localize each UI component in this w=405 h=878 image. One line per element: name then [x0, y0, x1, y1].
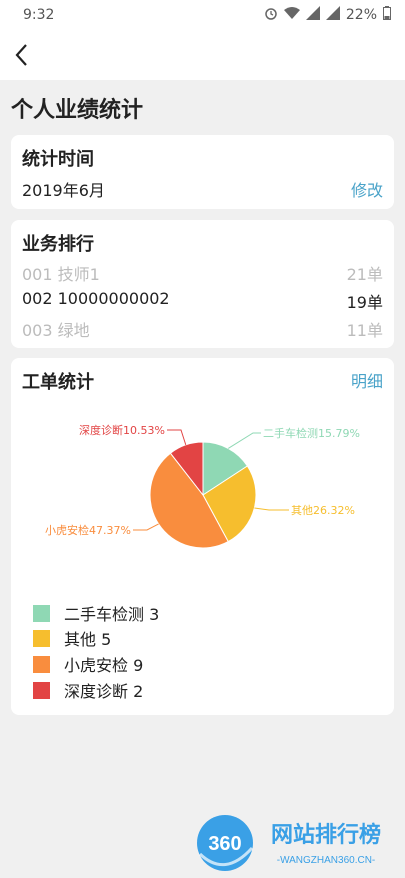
legend-swatch: [33, 655, 50, 673]
pie-chart: 二手车检测15.79% 其他26.32% 小虎安检47.37% 深度诊断10.53%: [45, 423, 360, 549]
legend-item: 二手车检测 3: [33, 602, 159, 624]
stat-time-title: 统计时间: [22, 149, 94, 170]
legend-label: 其他 5: [64, 630, 112, 649]
pie-slice-label: 深度诊断10.53%: [79, 423, 165, 437]
watermark-text: 网站排行榜: [271, 822, 381, 848]
legend-label: 二手车检测 3: [64, 605, 160, 624]
legend-swatch: [33, 629, 50, 647]
pie-slice-label: 其他26.32%: [291, 504, 355, 517]
pie-label-line: [227, 432, 261, 449]
pie-slice-label: 小虎安检47.37%: [45, 523, 131, 537]
nav-bar: [0, 32, 405, 80]
page-title: 个人业绩统计: [11, 98, 144, 123]
modify-button[interactable]: 修改: [351, 177, 383, 201]
legend-item: 小虎安检 9: [33, 653, 143, 675]
pie-slice-label: 二手车检测15.79%: [263, 426, 360, 440]
stat-time-card: 统计时间 2019年6月 修改: [11, 135, 394, 209]
rank-row[interactable]: 003 绿地 11单: [22, 317, 383, 341]
rank-name: 003 绿地: [22, 321, 90, 340]
rank-name: 002 10000000002: [22, 289, 170, 308]
rank-count: 21单: [346, 265, 383, 284]
watermark-sub: -WANGZHAN360.CN-: [277, 855, 376, 866]
status-bar: 9:32 22%: [0, 0, 405, 32]
legend-swatch: [33, 604, 50, 622]
watermark-number: 360: [208, 833, 241, 855]
legend-label: 深度诊断 2: [64, 682, 144, 701]
signal-icon-2: [325, 6, 340, 24]
status-icons: 22%: [264, 6, 391, 24]
battery-icon: [383, 6, 391, 24]
legend-item: 其他 5: [33, 627, 111, 649]
work-orders-card: 工单统计 明细 二手车检测15.79% 其他26.32% 小虎安检47.37% 深度诊…: [11, 358, 394, 715]
pie-label-line: [254, 507, 289, 511]
rank-name: 001 技师1: [22, 265, 100, 284]
legend-label: 小虎安检 9: [64, 656, 144, 675]
wifi-icon: [283, 6, 300, 24]
watermark-logo: 360 网站排行榜 -WANGZHAN360.CN-: [197, 815, 381, 871]
business-rank-title: 业务排行: [22, 234, 94, 255]
pie-label-line: [133, 523, 159, 531]
rank-count: 11单: [346, 321, 383, 340]
rank-count: 19单: [346, 293, 383, 312]
legend-item: 深度诊断 2: [33, 679, 143, 701]
pie-label-line: [167, 429, 187, 446]
back-arrow-icon[interactable]: [10, 42, 36, 68]
battery-percent: 22%: [345, 7, 377, 23]
rank-row[interactable]: 002 10000000002 19单: [22, 289, 383, 313]
alarm-icon: [264, 6, 278, 24]
rank-row[interactable]: 001 技师1 21单: [22, 261, 383, 285]
legend-swatch: [33, 681, 50, 699]
business-rank-card: 业务排行 001 技师1 21单 002 10000000002 19单 003…: [11, 220, 394, 348]
status-time: 9:32: [23, 7, 55, 23]
stat-time-value: 2019年6月: [22, 181, 105, 200]
signal-icon-1: [305, 6, 320, 24]
